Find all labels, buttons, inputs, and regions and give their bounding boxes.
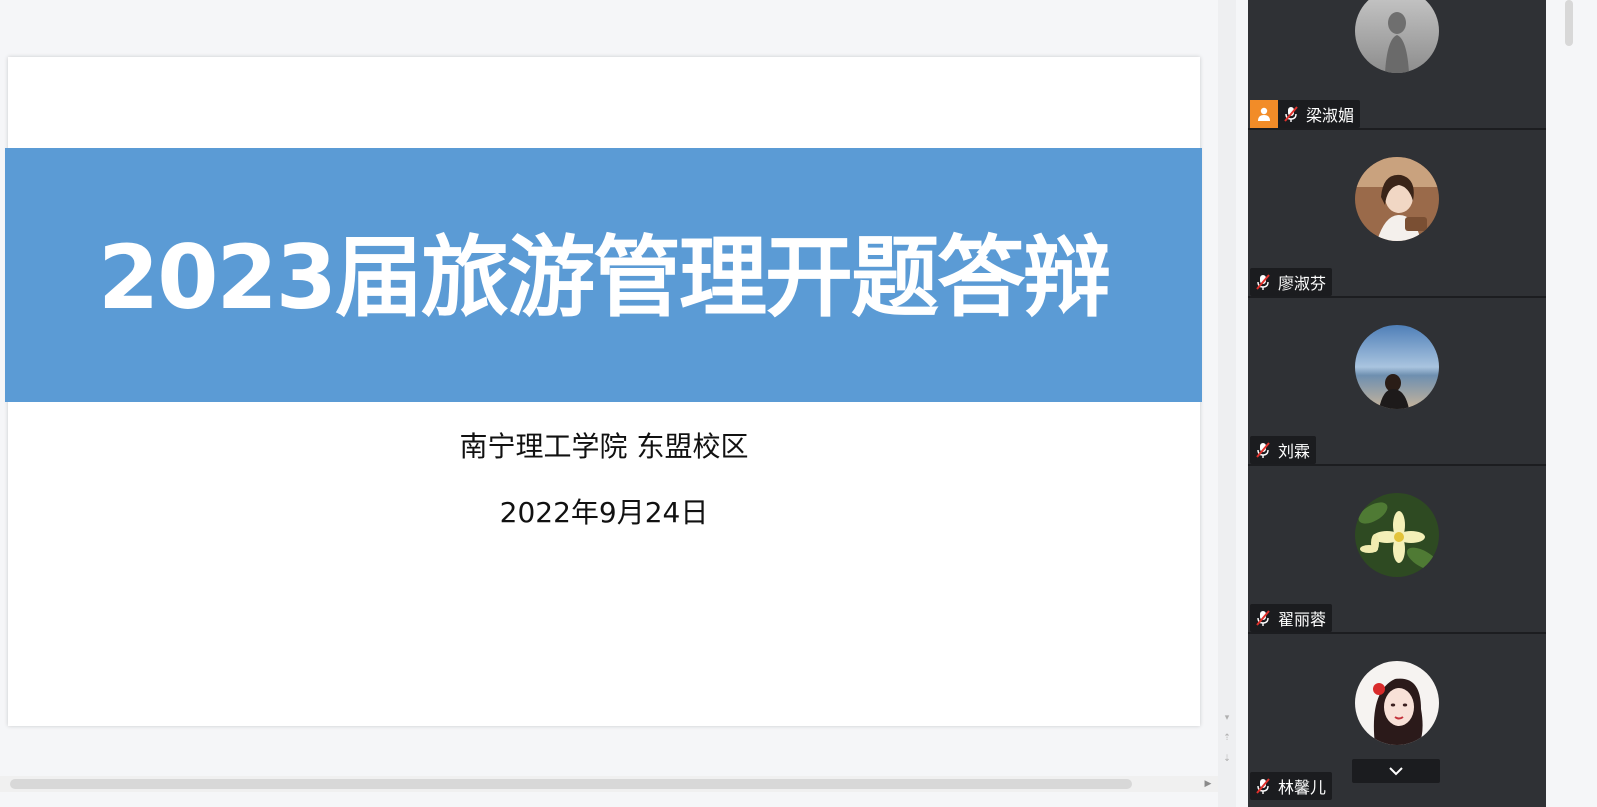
participant-name: 林馨儿 xyxy=(1278,778,1327,797)
slide-subtitle: 南宁理工学院 东盟校区 xyxy=(459,430,749,463)
slide-title: 2023届旅游管理开题答辩 xyxy=(98,226,1111,329)
slide-date: 2022年9月24日 xyxy=(499,496,709,529)
illustrated-avatar xyxy=(1355,661,1439,745)
divider xyxy=(1236,0,1248,807)
participant-name: 刘霖 xyxy=(1278,442,1311,461)
page-up-icon[interactable]: ⇡ xyxy=(1218,731,1236,745)
user-icon xyxy=(1250,100,1278,128)
vertical-scrollbar[interactable] xyxy=(1218,0,1236,807)
chevron-down-icon xyxy=(1389,767,1403,776)
participant-panel: 梁淑媚 廖淑芬 刘霖 翟丽蓉 林馨儿 xyxy=(1248,0,1546,807)
horizontal-scrollbar[interactable]: ▶ xyxy=(0,776,1218,792)
shared-screen: 2023届旅游管理开题答辩 南宁理工学院 东盟校区 2022年9月24日 xyxy=(0,0,1218,807)
participant-name-tag: 梁淑媚 xyxy=(1250,100,1361,128)
mic-muted-icon xyxy=(1254,273,1272,291)
participant-name: 梁淑媚 xyxy=(1306,106,1355,125)
mic-muted-icon xyxy=(1254,441,1272,459)
mic-muted-icon xyxy=(1254,777,1272,795)
scroll-down-icon[interactable]: ▾ xyxy=(1218,711,1236,725)
participant-name: 廖淑芬 xyxy=(1278,274,1327,293)
meeting-window: 2023届旅游管理开题答辩 南宁理工学院 东盟校区 2022年9月24日 ▶ ▾… xyxy=(0,0,1597,807)
participant-name-tag: 林馨儿 xyxy=(1250,772,1333,800)
expand-participants-button[interactable] xyxy=(1352,759,1440,783)
page-down-icon[interactable]: ⇣ xyxy=(1218,752,1236,766)
participant-name: 翟丽蓉 xyxy=(1278,610,1327,629)
mic-muted-icon xyxy=(1254,609,1272,627)
horizontal-scroll-thumb[interactable] xyxy=(10,779,1132,789)
participant-name-tag: 廖淑芬 xyxy=(1250,268,1333,296)
mic-muted-icon xyxy=(1282,105,1300,123)
silhouette-avatar xyxy=(1355,0,1439,73)
slide-title-band: 2023届旅游管理开题答辩 xyxy=(5,148,1202,402)
outer-scroll-area xyxy=(1546,0,1597,807)
participant-name-tag: 翟丽蓉 xyxy=(1250,604,1333,632)
portrait-avatar xyxy=(1355,157,1439,241)
scroll-right-arrow-icon[interactable]: ▶ xyxy=(1202,776,1214,792)
outer-scroll-thumb[interactable] xyxy=(1565,0,1573,46)
participant-name-tag: 刘霖 xyxy=(1250,436,1317,464)
beach-avatar xyxy=(1355,325,1439,409)
flower-avatar xyxy=(1355,493,1439,577)
